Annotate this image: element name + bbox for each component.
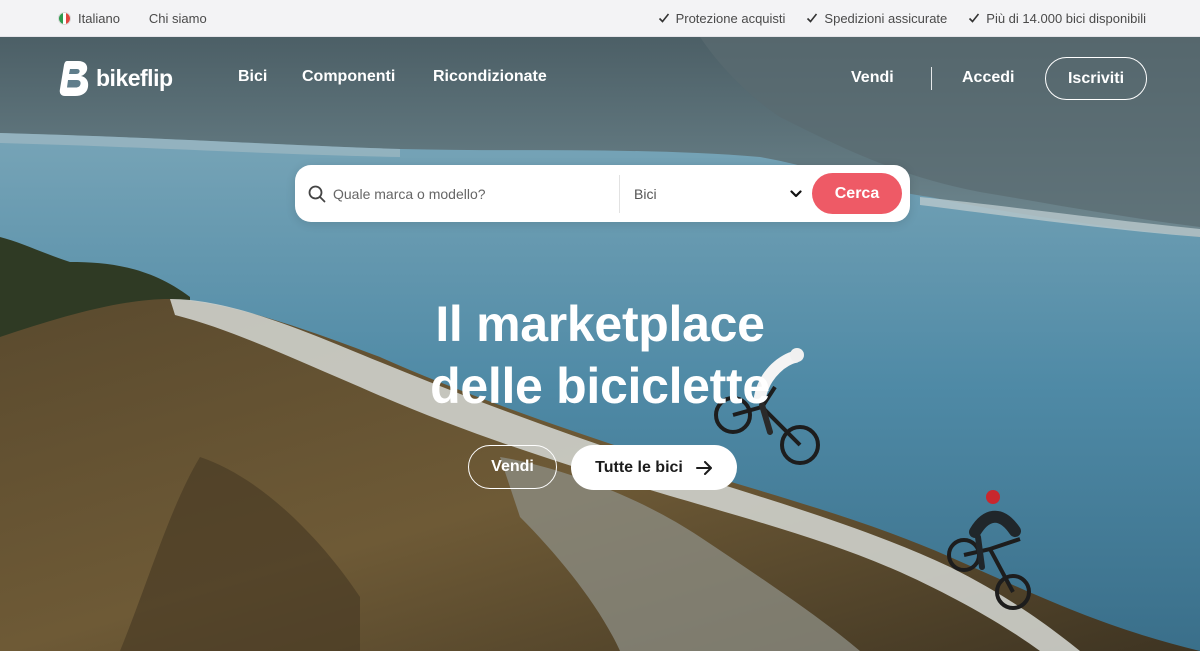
hero-section: bikeflip Bici Componenti Ricondizionate … — [0, 37, 1200, 651]
category-selected-value: Bici — [634, 185, 657, 202]
topbar-usps: Protezione acquisti Spedizioni assicurat… — [637, 11, 1146, 26]
login-link[interactable]: Accedi — [962, 69, 1014, 87]
signup-button[interactable]: Iscriviti — [1045, 57, 1147, 100]
arrow-right-icon — [695, 460, 712, 475]
nav-link-bici[interactable]: Bici — [238, 68, 267, 86]
chevron-down-icon — [790, 189, 802, 197]
all-bikes-button[interactable]: Tutte le bici — [571, 445, 737, 490]
usp-label: Protezione acquisti — [675, 10, 786, 26]
nav-divider — [931, 67, 932, 90]
check-icon — [658, 13, 669, 23]
search-icon — [308, 185, 326, 202]
check-icon — [807, 13, 818, 23]
topbar-left: Italiano Chi siamo — [58, 11, 207, 26]
sell-link[interactable]: Vendi — [851, 69, 894, 87]
nav-link-componenti[interactable]: Componenti — [302, 68, 395, 86]
search-button[interactable]: Cerca — [812, 173, 902, 214]
brand-name: bikeflip — [96, 64, 173, 91]
search-divider — [619, 174, 620, 213]
top-utility-bar: Italiano Chi siamo Protezione acquisti S… — [0, 0, 1200, 37]
language-selector[interactable]: Italiano — [58, 11, 120, 26]
usp-item: Più di 14.000 bici disponibili — [968, 11, 1146, 26]
hero-sell-button[interactable]: Vendi — [468, 445, 557, 489]
usp-label: Spedizioni assicurate — [824, 10, 948, 26]
about-link[interactable]: Chi siamo — [149, 11, 207, 26]
usp-label: Più di 14.000 bici disponibili — [986, 10, 1146, 26]
usp-item: Spedizioni assicurate — [806, 11, 947, 26]
hero-headline: Il marketplace delle biciclette — [300, 293, 900, 417]
italy-flag-icon — [58, 11, 71, 25]
nav-link-ricondizionate[interactable]: Ricondizionate — [433, 68, 547, 86]
search-input[interactable] — [333, 173, 615, 214]
main-navigation: bikeflip Bici Componenti Ricondizionate … — [0, 37, 1200, 119]
headline-line: delle biciclette — [430, 358, 770, 414]
all-bikes-label: Tutte le bici — [595, 458, 683, 476]
check-icon — [969, 13, 980, 23]
bikeflip-logo-icon — [59, 61, 89, 96]
headline-line: Il marketplace — [435, 296, 765, 352]
usp-item: Protezione acquisti — [658, 10, 786, 26]
bikeflip-logo[interactable]: bikeflip — [58, 59, 173, 97]
search-bar: Bici Cerca — [295, 165, 910, 222]
category-select[interactable]: Bici — [634, 186, 806, 202]
language-label: Italiano — [78, 10, 120, 26]
